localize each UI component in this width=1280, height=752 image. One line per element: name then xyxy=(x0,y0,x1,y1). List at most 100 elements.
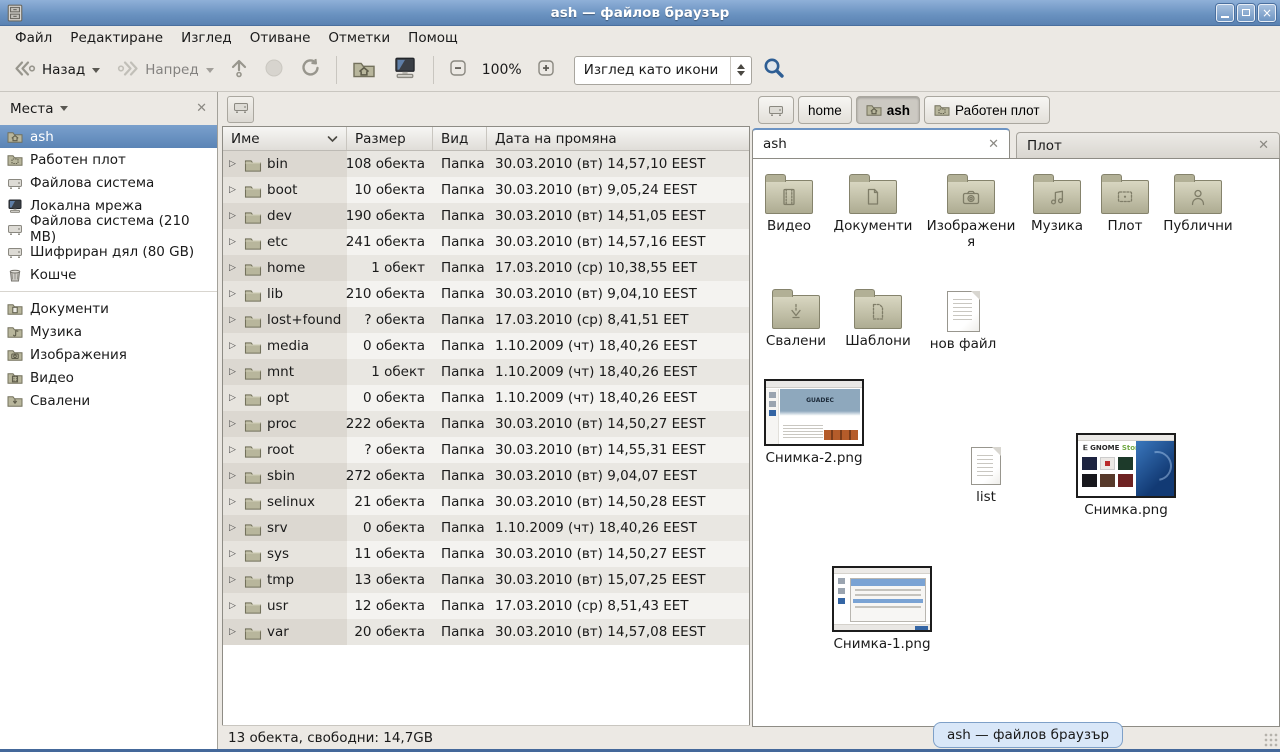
taskbar-window-button[interactable]: ash — файлов браузър xyxy=(933,722,1123,748)
table-row[interactable]: ▷mnt1 обектПапка1.10.2009 (чт) 18,40,26 … xyxy=(223,359,749,385)
tab-close-icon[interactable]: ✕ xyxy=(988,137,999,152)
expander-icon[interactable]: ▷ xyxy=(229,263,239,273)
table-row[interactable]: ▷boot10 обектаПапка30.03.2010 (вт) 9,05,… xyxy=(223,177,749,203)
table-row[interactable]: ▷tmp13 обектаПапка30.03.2010 (вт) 15,07,… xyxy=(223,567,749,593)
sidebar-item[interactable]: Документи xyxy=(0,297,217,320)
table-row[interactable]: ▷opt0 обектаПапка1.10.2009 (чт) 18,40,26… xyxy=(223,385,749,411)
sidebar-item[interactable]: Музика xyxy=(0,320,217,343)
expander-icon[interactable]: ▷ xyxy=(229,159,239,169)
expander-icon[interactable]: ▷ xyxy=(229,393,239,403)
tab-Плот[interactable]: Плот✕ xyxy=(1016,132,1280,158)
back-button[interactable]: Назад xyxy=(6,55,107,86)
close-button[interactable]: × xyxy=(1258,4,1276,22)
column-header[interactable]: Име xyxy=(223,127,347,150)
icon-view-item[interactable]: Свалени xyxy=(756,286,836,350)
icon-view-file[interactable]: list xyxy=(943,447,1029,506)
menu-item-1[interactable]: Файл xyxy=(6,28,61,48)
sidebar-item[interactable]: Видео xyxy=(0,366,217,389)
table-row[interactable]: ▷selinux21 обектаПапка30.03.2010 (вт) 14… xyxy=(223,489,749,515)
table-row[interactable]: ▷usr12 обектаПапка17.03.2010 (ср) 8,51,4… xyxy=(223,593,749,619)
icon-view-item[interactable]: Публични xyxy=(1156,171,1240,235)
places-select[interactable]: Места xyxy=(10,101,54,117)
sidebar-item[interactable]: ash xyxy=(0,125,217,148)
maximize-button[interactable] xyxy=(1237,4,1255,22)
home-button[interactable] xyxy=(345,53,383,87)
expander-icon[interactable]: ▷ xyxy=(229,497,239,507)
table-row[interactable]: ▷proc222 обектаПапка30.03.2010 (вт) 14,5… xyxy=(223,411,749,437)
breadcrumb-button[interactable]: Работен плот xyxy=(924,96,1050,124)
icon-view-file[interactable]: GUADECСнимка-2.png xyxy=(762,379,866,467)
table-row[interactable]: ▷srv0 обектаПапка1.10.2009 (чт) 18,40,26… xyxy=(223,515,749,541)
icon-view-file[interactable]: 𝐄 GNOME StoreСнимка.png xyxy=(1074,433,1178,519)
sidebar-close-icon[interactable]: ✕ xyxy=(196,101,207,116)
expander-icon[interactable]: ▷ xyxy=(229,315,239,325)
stop-button[interactable] xyxy=(257,53,291,87)
up-button[interactable] xyxy=(223,53,255,87)
resize-grip[interactable] xyxy=(1264,733,1278,747)
forward-button[interactable]: Напред xyxy=(109,55,220,86)
table-row[interactable]: ▷sbin272 обектаПапка30.03.2010 (вт) 9,04… xyxy=(223,463,749,489)
menu-item-5[interactable]: Отметки xyxy=(319,28,399,48)
expander-icon[interactable]: ▷ xyxy=(229,367,239,377)
icon-view-item[interactable]: Плот xyxy=(1095,171,1155,235)
expander-icon[interactable]: ▷ xyxy=(229,419,239,429)
column-header[interactable]: Вид xyxy=(433,127,487,150)
menu-item-6[interactable]: Помощ xyxy=(399,28,467,48)
sidebar-item[interactable]: Файлова система xyxy=(0,171,217,194)
tab-close-icon[interactable]: ✕ xyxy=(1258,138,1269,153)
icon-view-item[interactable]: Видео xyxy=(753,171,825,235)
expander-icon[interactable]: ▷ xyxy=(229,471,239,481)
search-button[interactable] xyxy=(754,52,794,88)
expander-icon[interactable]: ▷ xyxy=(229,211,239,221)
table-row[interactable]: ▷root? обектаПапка30.03.2010 (вт) 14,55,… xyxy=(223,437,749,463)
places-dropdown-icon[interactable] xyxy=(60,106,68,111)
column-header[interactable]: Дата на промяна xyxy=(487,127,749,150)
icon-view-item[interactable]: Шаблони xyxy=(836,286,920,350)
column-header[interactable]: Размер xyxy=(347,127,433,150)
sidebar-item[interactable]: Изображения xyxy=(0,343,217,366)
table-row[interactable]: ▷etc241 обектаПапка30.03.2010 (вт) 14,57… xyxy=(223,229,749,255)
expander-icon[interactable]: ▷ xyxy=(229,185,239,195)
table-row[interactable]: ▷home1 обектПапка17.03.2010 (ср) 10,38,5… xyxy=(223,255,749,281)
breadcrumb-button[interactable]: ash xyxy=(856,96,920,124)
table-row[interactable]: ▷var20 обектаПапка30.03.2010 (вт) 14,57,… xyxy=(223,619,749,645)
sidebar-item[interactable]: Свалени xyxy=(0,389,217,412)
view-mode-select[interactable]: Изглед като икони xyxy=(574,56,753,85)
sidebar-item[interactable]: Кошче xyxy=(0,263,217,286)
table-row[interactable]: ▷sys11 обектаПапка30.03.2010 (вт) 14,50,… xyxy=(223,541,749,567)
expander-icon[interactable]: ▷ xyxy=(229,523,239,533)
reload-button[interactable] xyxy=(293,53,328,87)
menu-item-3[interactable]: Изглед xyxy=(172,28,241,48)
expander-icon[interactable]: ▷ xyxy=(229,575,239,585)
menu-item-2[interactable]: Редактиране xyxy=(61,28,172,48)
minimize-button[interactable] xyxy=(1216,4,1234,22)
expander-icon[interactable]: ▷ xyxy=(229,627,239,637)
zoom-in-button[interactable] xyxy=(530,54,562,86)
breadcrumb-button[interactable]: home xyxy=(798,96,852,124)
table-row[interactable]: ▷media0 обектаПапка1.10.2009 (чт) 18,40,… xyxy=(223,333,749,359)
sidebar-item[interactable]: Шифриран дял (80 GB) xyxy=(0,240,217,263)
filesystem-root-button[interactable] xyxy=(227,96,254,123)
icon-view-file[interactable]: Снимка-1.png xyxy=(830,566,934,653)
sidebar-item[interactable]: Работен плот xyxy=(0,148,217,171)
table-row[interactable]: ▷lost+found? обектаПапка17.03.2010 (ср) … xyxy=(223,307,749,333)
tab-ash[interactable]: ash✕ xyxy=(752,128,1010,158)
expander-icon[interactable]: ▷ xyxy=(229,445,239,455)
icon-view-item[interactable]: Изображения xyxy=(923,171,1019,251)
expander-icon[interactable]: ▷ xyxy=(229,341,239,351)
icon-view-item[interactable]: Документи xyxy=(825,171,921,235)
table-row[interactable]: ▷dev190 обектаПапка30.03.2010 (вт) 14,51… xyxy=(223,203,749,229)
breadcrumb-button[interactable] xyxy=(758,96,794,124)
icon-view-item[interactable]: нов файл xyxy=(923,286,1003,353)
menu-item-4[interactable]: Отиване xyxy=(241,28,320,48)
expander-icon[interactable]: ▷ xyxy=(229,549,239,559)
sidebar-item[interactable]: Файлова система (210 MB) xyxy=(0,217,217,240)
expander-icon[interactable]: ▷ xyxy=(229,601,239,611)
table-row[interactable]: ▷lib210 обектаПапка30.03.2010 (вт) 9,04,… xyxy=(223,281,749,307)
computer-button[interactable] xyxy=(385,52,425,88)
icon-view-item[interactable]: Музика xyxy=(1019,171,1095,235)
expander-icon[interactable]: ▷ xyxy=(229,237,239,247)
table-row[interactable]: ▷bin108 обектаПапка30.03.2010 (вт) 14,57… xyxy=(223,151,749,177)
zoom-out-button[interactable] xyxy=(442,54,474,86)
expander-icon[interactable]: ▷ xyxy=(229,289,239,299)
